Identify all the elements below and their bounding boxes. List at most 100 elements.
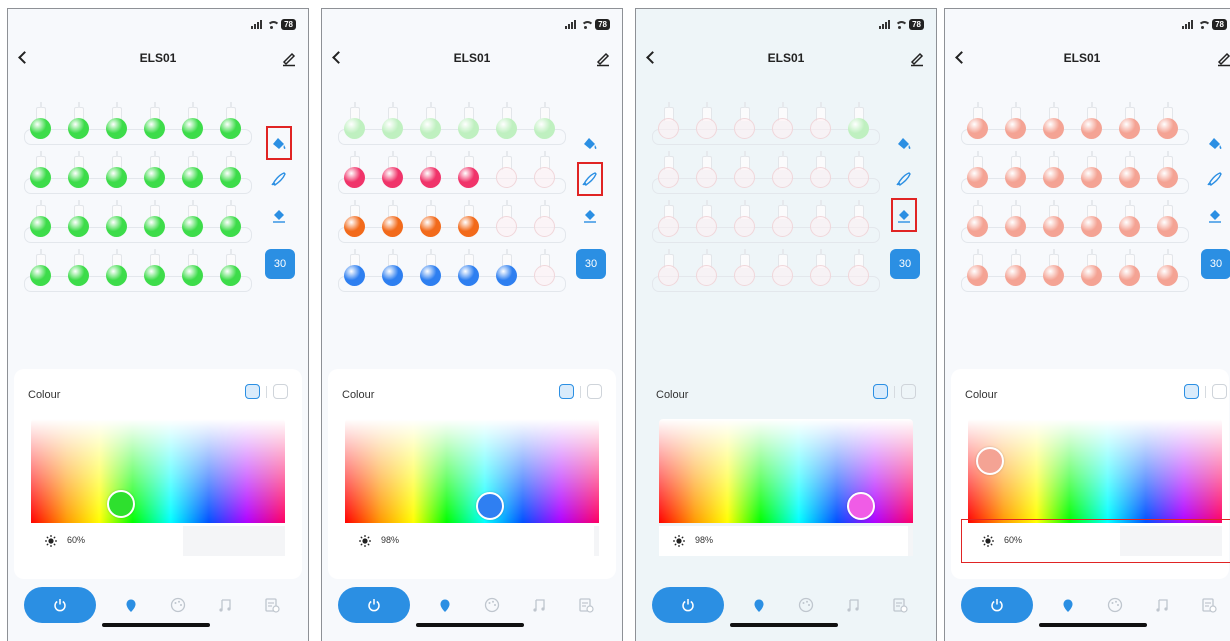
white-mode-icon[interactable] — [901, 384, 916, 399]
count-button[interactable]: 30 — [1201, 249, 1230, 279]
bulb[interactable] — [764, 197, 802, 246]
schedule-icon[interactable] — [264, 597, 280, 613]
colour-drop-icon[interactable] — [123, 597, 139, 613]
bulb[interactable] — [840, 148, 878, 197]
bulb[interactable] — [1111, 148, 1149, 197]
bulb[interactable] — [1035, 99, 1073, 148]
bulb[interactable] — [136, 148, 174, 197]
power-button[interactable] — [338, 587, 410, 623]
bulb[interactable] — [526, 246, 564, 295]
bulb[interactable] — [374, 246, 412, 295]
bulb[interactable] — [802, 197, 840, 246]
bulb[interactable] — [488, 197, 526, 246]
white-mode-icon[interactable] — [587, 384, 602, 399]
bulb[interactable] — [1035, 148, 1073, 197]
bulb[interactable] — [1073, 197, 1111, 246]
bulb[interactable] — [374, 99, 412, 148]
bulb[interactable] — [212, 197, 250, 246]
edit-icon[interactable] — [594, 49, 612, 67]
edit-icon[interactable] — [280, 49, 298, 67]
colour-spectrum[interactable] — [968, 419, 1222, 523]
bulb[interactable] — [136, 99, 174, 148]
edit-icon[interactable] — [908, 49, 926, 67]
bulb[interactable] — [22, 148, 60, 197]
colour-picker-knob[interactable] — [107, 490, 135, 518]
colour-spectrum[interactable] — [31, 419, 285, 523]
bulb[interactable] — [688, 246, 726, 295]
bulb[interactable] — [22, 246, 60, 295]
scene-palette-icon[interactable] — [484, 597, 500, 613]
white-mode-icon[interactable] — [1212, 384, 1227, 399]
brightness-slider[interactable]: 60% — [31, 526, 285, 556]
bulb[interactable] — [212, 148, 250, 197]
bulb[interactable] — [726, 99, 764, 148]
bulb[interactable] — [1111, 99, 1149, 148]
bulb[interactable] — [726, 148, 764, 197]
bulb[interactable] — [1111, 246, 1149, 295]
bulb[interactable] — [764, 246, 802, 295]
power-button[interactable] — [652, 587, 724, 623]
count-button[interactable]: 30 — [265, 249, 295, 279]
brush-tool-icon[interactable] — [890, 161, 918, 197]
bulb[interactable] — [136, 246, 174, 295]
paint-bucket-tool-icon[interactable] — [1201, 125, 1229, 161]
palette-mode-icon[interactable] — [559, 384, 574, 399]
bulb[interactable] — [997, 197, 1035, 246]
colour-drop-icon[interactable] — [437, 597, 453, 613]
palette-mode-icon[interactable] — [873, 384, 888, 399]
bulb[interactable] — [336, 197, 374, 246]
bulb[interactable] — [60, 246, 98, 295]
music-icon[interactable] — [218, 597, 234, 613]
bulb[interactable] — [450, 99, 488, 148]
bulb[interactable] — [336, 99, 374, 148]
bulb[interactable] — [212, 99, 250, 148]
schedule-icon[interactable] — [892, 597, 908, 613]
bulb[interactable] — [412, 99, 450, 148]
colour-picker-knob[interactable] — [476, 492, 504, 520]
bulb[interactable] — [997, 99, 1035, 148]
scene-palette-icon[interactable] — [798, 597, 814, 613]
bulb[interactable] — [959, 197, 997, 246]
bulb[interactable] — [22, 197, 60, 246]
bulb[interactable] — [526, 148, 564, 197]
eraser-tool-icon[interactable] — [576, 197, 604, 233]
bulb[interactable] — [174, 148, 212, 197]
bulb[interactable] — [688, 148, 726, 197]
bulb[interactable] — [840, 197, 878, 246]
bulb[interactable] — [60, 197, 98, 246]
bulb[interactable] — [840, 246, 878, 295]
bulb[interactable] — [688, 99, 726, 148]
bulb[interactable] — [959, 246, 997, 295]
bulb[interactable] — [1149, 99, 1187, 148]
bulb[interactable] — [1073, 148, 1111, 197]
bulb[interactable] — [1149, 197, 1187, 246]
bulb[interactable] — [650, 197, 688, 246]
bulb[interactable] — [526, 197, 564, 246]
bulb[interactable] — [98, 197, 136, 246]
bulb[interactable] — [450, 197, 488, 246]
bulb[interactable] — [802, 148, 840, 197]
bulb[interactable] — [802, 99, 840, 148]
bulb[interactable] — [997, 148, 1035, 197]
bulb[interactable] — [1149, 148, 1187, 197]
bulb[interactable] — [450, 148, 488, 197]
count-button[interactable]: 30 — [576, 249, 606, 279]
bulb[interactable] — [488, 99, 526, 148]
paint-bucket-tool-icon[interactable] — [576, 125, 604, 161]
music-icon[interactable] — [846, 597, 862, 613]
bulb[interactable] — [1073, 246, 1111, 295]
eraser-tool-icon[interactable] — [890, 197, 918, 233]
bulb[interactable] — [650, 246, 688, 295]
paint-bucket-tool-icon[interactable] — [265, 125, 293, 161]
colour-spectrum[interactable] — [659, 419, 913, 523]
bulb[interactable] — [174, 99, 212, 148]
bulb[interactable] — [98, 246, 136, 295]
bulb[interactable] — [412, 197, 450, 246]
brightness-slider[interactable]: 98% — [659, 526, 913, 556]
bulb[interactable] — [488, 246, 526, 295]
bulb[interactable] — [688, 197, 726, 246]
bulb[interactable] — [959, 148, 997, 197]
bulb[interactable] — [959, 99, 997, 148]
colour-picker-knob[interactable] — [847, 492, 875, 520]
brightness-slider[interactable]: 98% — [345, 526, 599, 556]
